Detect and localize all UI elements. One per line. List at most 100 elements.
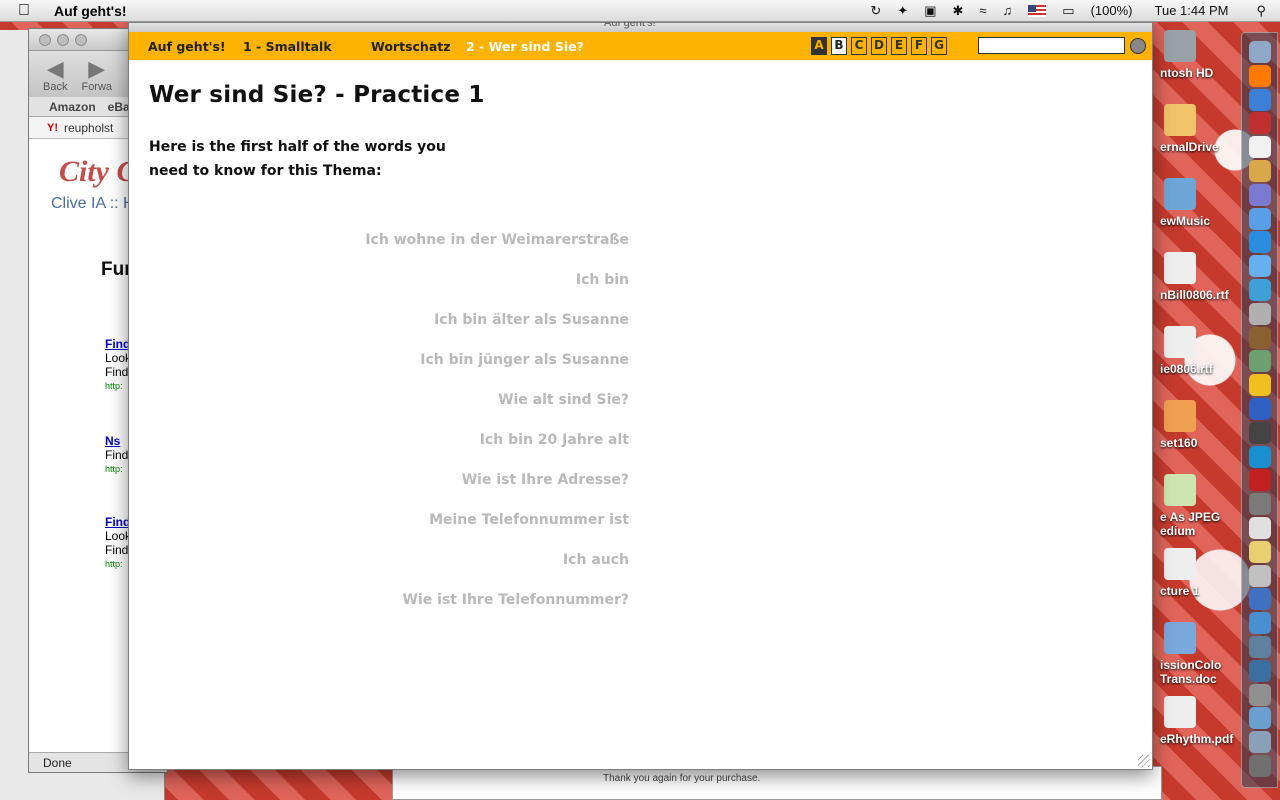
file-icon (1164, 178, 1196, 210)
letter-d-button[interactable]: D (871, 37, 887, 55)
phrase-item[interactable]: Wie ist Ihre Adresse? (329, 469, 629, 509)
app-menu-name[interactable]: Auf geht's! (54, 3, 127, 19)
dock-app-icon[interactable] (1249, 64, 1271, 87)
dock-app-icon[interactable] (1249, 636, 1271, 658)
dock-app-icon[interactable] (1249, 136, 1271, 159)
display-icon[interactable]: ▣ (916, 0, 944, 22)
letter-f-button[interactable]: F (911, 37, 927, 55)
dock-app-icon[interactable] (1249, 707, 1271, 730)
wifi-icon[interactable]: ≈ (971, 0, 994, 22)
back-label: Back (43, 81, 68, 93)
desktop-icon-label: set160 (1160, 436, 1198, 450)
search-go-button[interactable] (1130, 38, 1146, 54)
dock-app-icon[interactable] (1249, 183, 1271, 206)
dock-app-icon[interactable] (1249, 160, 1271, 182)
dock-app-icon[interactable] (1249, 564, 1271, 587)
dock-app-icon[interactable] (1249, 374, 1271, 397)
phrase-item[interactable]: Ich bin älter als Susanne (329, 309, 629, 349)
yahoo-favicon-icon: Y! (47, 121, 58, 134)
app-window: Auf geht's! Auf geht's! 1 - Smalltalk Wo… (128, 17, 1153, 770)
letter-c-button[interactable]: C (851, 37, 867, 55)
dock-app-icon[interactable] (1249, 659, 1271, 682)
nav-chapter[interactable]: 1 - Smalltalk (243, 39, 332, 54)
menu-clock[interactable]: Tue 1:44 PM (1141, 0, 1243, 22)
dock-app-icon[interactable] (1249, 326, 1271, 349)
app-titlebar: Auf geht's! (129, 17, 1152, 32)
desktop-icon-label: cture 1 (1160, 584, 1200, 598)
site-subheading[interactable]: Clive IA :: H (51, 195, 135, 213)
file-icon (1164, 104, 1196, 136)
dock-app-icon[interactable] (1249, 540, 1271, 563)
phrase-item[interactable]: Wie alt sind Sie? (329, 389, 629, 429)
letter-a-button[interactable]: A (811, 37, 827, 55)
dock-app-icon[interactable] (1249, 255, 1271, 278)
volume-icon[interactable]: ♫ (995, 0, 1021, 22)
dock-app-icon[interactable] (1249, 683, 1271, 706)
dock-app-icon[interactable] (1249, 279, 1271, 301)
resize-grip-icon[interactable] (1138, 755, 1150, 767)
desktop-icons: ntosh HD ernalDrive ewMusic nBill0806.rtf ie… (1150, 30, 1240, 800)
forward-button[interactable]: ▶ Forwa (81, 57, 112, 97)
desktop-icon-label: ewMusic (1160, 214, 1211, 228)
dock-app-icon[interactable] (1249, 469, 1271, 492)
dock-app-icon[interactable] (1249, 207, 1271, 230)
dock-app-icon[interactable] (1249, 231, 1271, 254)
file-icon (1164, 696, 1196, 728)
minimize-dot-icon[interactable] (57, 33, 69, 46)
back-button[interactable]: ◀ Back (43, 57, 67, 97)
phrase-item[interactable]: Wie ist Ihre Telefonnummer? (329, 589, 629, 629)
intro-line: need to know for this Thema: (149, 163, 382, 179)
dock-app-icon[interactable] (1249, 517, 1271, 539)
dock-app-icon[interactable] (1249, 588, 1271, 611)
phrase-item[interactable]: Ich auch (329, 549, 629, 589)
phrase-item[interactable]: Meine Telefonnummer ist (329, 509, 629, 549)
input-flag-icon[interactable] (1028, 4, 1047, 17)
bluetooth-icon[interactable]: ✱ (945, 0, 972, 22)
desktop-icon-label: ie0806.rtf (1160, 362, 1213, 376)
dock-app-icon[interactable] (1249, 88, 1271, 111)
zoom-dot-icon[interactable] (75, 33, 87, 46)
dock-app-icon[interactable] (1249, 755, 1271, 777)
nav-vocab[interactable]: Wortschatz (371, 39, 451, 54)
phrase-item[interactable]: Ich bin jünger als Susanne (329, 349, 629, 389)
menu-extras: ↻ ✦ ▣ ✱ ≈ ♫ ▭ (100%) Tue 1:44 PM ⚲ (862, 0, 1280, 22)
phrase-item[interactable]: Ich bin 20 Jahre alt (329, 429, 629, 469)
nav-current-section[interactable]: 2 - Wer sind Sie? (466, 39, 584, 54)
site-heading: City C (59, 155, 137, 188)
script-icon[interactable]: ✦ (889, 0, 916, 22)
sync-icon[interactable]: ↻ (862, 0, 889, 22)
dock-app-icon[interactable] (1249, 112, 1271, 135)
desktop-icon-label: ernalDrive (1160, 140, 1219, 154)
dock-app-icon[interactable] (1249, 421, 1271, 444)
letter-b-button[interactable]: B (831, 37, 847, 55)
dock-app-icon[interactable] (1249, 398, 1271, 420)
bookmark-amazon[interactable]: Amazon (49, 100, 96, 114)
spotlight-search-icon[interactable]: ⚲ (1242, 0, 1280, 22)
menu-bar:  Auf geht's! ↻ ✦ ▣ ✱ ≈ ♫ ▭ (100%) Tue 1… (0, 0, 1280, 22)
dock-app-icon[interactable] (1249, 302, 1271, 325)
battery-percent[interactable]: (100%) (1083, 0, 1141, 22)
close-dot-icon[interactable] (39, 33, 51, 46)
phrase-item[interactable]: Ich wohne in der Weimarerstraße (329, 229, 629, 269)
search-input[interactable] (978, 37, 1125, 54)
apple-menu-icon[interactable]:  (18, 0, 40, 22)
dock-app-icon[interactable] (1249, 41, 1271, 63)
letter-e-button[interactable]: E (891, 37, 907, 55)
result-line: Find (105, 448, 129, 462)
phrase-list: Ich wohne in der Weimarerstraße Ich bin Ic… (329, 229, 629, 629)
dock-app-icon[interactable] (1249, 493, 1271, 516)
letter-g-button[interactable]: G (931, 37, 947, 55)
dock-app-icon[interactable] (1249, 731, 1271, 754)
battery-icon[interactable]: ▭ (1054, 0, 1082, 22)
dock-app-icon[interactable] (1249, 350, 1271, 373)
bookmark-ebay[interactable]: eBa (108, 100, 130, 114)
tab-label: reupholst (64, 120, 114, 135)
intro-line: Here is the first half of the words you (149, 139, 446, 155)
dock-app-icon[interactable] (1249, 445, 1271, 468)
forward-label: Forwa (81, 81, 113, 93)
phrase-item[interactable]: Ich bin (329, 269, 629, 309)
intro-text: Here is the first half of the words you … (149, 135, 469, 183)
nav-home[interactable]: Auf geht's! (148, 39, 226, 54)
result-link[interactable]: Ns (105, 434, 128, 448)
dock-app-icon[interactable] (1249, 612, 1271, 635)
